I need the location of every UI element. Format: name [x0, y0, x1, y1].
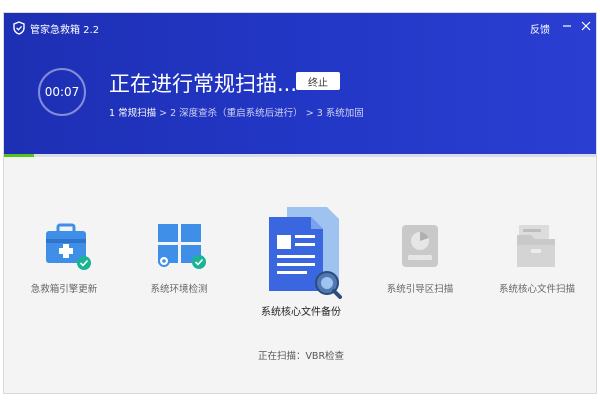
item-label: 系统环境检测	[150, 284, 208, 295]
title-bar: 管家急救箱 2.2 反馈	[4, 13, 596, 43]
windows-check-icon	[158, 224, 206, 269]
disk-icon	[402, 225, 438, 267]
app-title: 管家急救箱 2.2	[30, 25, 100, 36]
shield-logo-icon	[13, 21, 25, 35]
scan-progress-bar	[4, 154, 596, 157]
item-engine-update: 急救箱引擎更新	[24, 213, 104, 303]
minimize-icon[interactable]	[560, 19, 574, 33]
item-core-scan: 系统核心文件扫描	[493, 213, 581, 303]
scan-progress-fill	[4, 154, 34, 157]
item-label: 系统引导区扫描	[386, 284, 454, 295]
step-3: 3 系统加固	[316, 108, 364, 119]
item-label: 急救箱引擎更新	[30, 284, 98, 295]
current-scan-status: 正在扫描：VBR检查	[257, 351, 345, 362]
item-label: 系统核心文件扫描	[498, 284, 576, 295]
step-separator: >	[305, 108, 314, 119]
stop-button[interactable]: 终止	[296, 72, 340, 90]
step-breadcrumb: 1 常规扫描 > 2 深度查杀（重启系统后进行） > 3 系统加固	[109, 105, 364, 119]
step-separator: >	[159, 108, 168, 119]
header-panel: 管家急救箱 2.2 反馈 00:07 正在进行常规扫描... 终止 1 常规扫描…	[4, 13, 596, 157]
item-boot-scan: 系统引导区扫描	[380, 213, 460, 303]
folder-icon	[517, 225, 555, 267]
item-core-backup: 系统核心文件备份	[249, 203, 353, 318]
app-window: 管家急救箱 2.2 反馈 00:07 正在进行常规扫描... 终止 1 常规扫描…	[3, 12, 597, 394]
engine-update-icon	[46, 223, 91, 270]
elapsed-timer: 00:07	[38, 68, 86, 116]
document-scan-icon	[269, 207, 342, 299]
scan-status-title: 正在进行常规扫描...	[109, 72, 298, 96]
item-label: 系统核心文件备份	[261, 307, 341, 318]
step-2: 2 深度查杀（重启系统后进行）	[170, 108, 303, 119]
step-1: 1 常规扫描	[109, 108, 157, 119]
elapsed-time: 00:07	[44, 85, 80, 99]
close-icon[interactable]	[579, 19, 593, 33]
item-environment-check: 系统环境检测	[139, 213, 219, 303]
feedback-link[interactable]: 反馈	[530, 21, 550, 36]
